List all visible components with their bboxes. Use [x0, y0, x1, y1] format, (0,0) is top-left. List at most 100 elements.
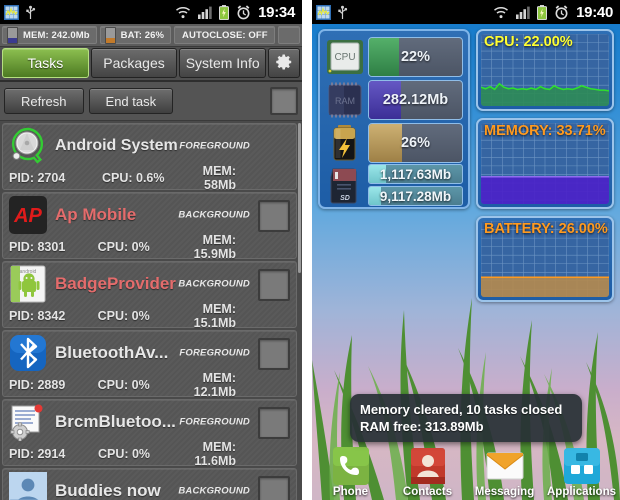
memory-plot: MEMORY: 33.71% — [481, 123, 609, 204]
task-name: BrcmBluetoo... — [55, 413, 176, 431]
bat-indicator: BAT: 26% — [99, 26, 172, 44]
buddy-icon: +Buddy — [9, 472, 47, 500]
mem-mini-bar — [7, 26, 18, 44]
task-name: BadgeProvider — [55, 275, 176, 293]
app-grid-icon — [562, 447, 602, 485]
internal-storage-bar: 1,117.63Mb — [368, 164, 463, 184]
sd-card-icon: SD — [325, 166, 365, 204]
mem-indicator: MEM: 242.0Mb — [2, 26, 97, 44]
tab-packages[interactable]: Packages — [90, 48, 178, 78]
dock-item-messaging[interactable]: Messaging — [466, 438, 543, 500]
toast-line-2: RAM free: 313.89Mb — [360, 418, 484, 434]
battery-graph-widget[interactable]: BATTERY: 26.00% — [476, 216, 614, 302]
home-dock: Phone Contacts Messaging Applications — [312, 438, 620, 500]
task-cpu: CPU: 0% — [97, 446, 151, 461]
settings-button[interactable] — [268, 48, 301, 78]
battery-icon — [537, 4, 548, 20]
wifi-icon — [493, 6, 509, 19]
toast-notification: Memory cleared, 10 tasks closed RAM free… — [350, 393, 582, 442]
battery-graph-title: BATTERY: 26.00% — [484, 221, 608, 237]
task-checkbox[interactable] — [258, 200, 290, 232]
svg-text:CPU: CPU — [334, 52, 355, 63]
battery-gauge-value: 26% — [400, 134, 431, 151]
autoclose-label: AUTOCLOSE: OFF — [182, 29, 268, 41]
wifi-icon — [175, 6, 191, 19]
ram-chip-icon: RAM — [325, 81, 365, 119]
ram-gauge-bar: 282.12Mb — [368, 79, 463, 120]
task-row[interactable]: Android System FOREGROUND PID: 2704 CPU: 0.… — [2, 123, 297, 192]
task-pid: PID: 8301 — [9, 239, 66, 254]
app-monitor-icon — [316, 4, 331, 20]
dock-item-label: Messaging — [474, 486, 535, 498]
task-pid: PID: 2914 — [9, 446, 66, 461]
task-pid: PID: 2704 — [9, 170, 66, 185]
task-cpu: CPU: 0% — [97, 377, 150, 392]
task-row[interactable]: android BadgeProvider BACKGROUND PID: 8342… — [2, 261, 297, 330]
info-strip-spacer — [277, 26, 300, 44]
task-metrics: PID: 2914 CPU: 0% MEM: 11.6Mb — [3, 440, 296, 468]
select-all-checkbox[interactable] — [270, 87, 298, 115]
task-row[interactable]: +Buddy Buddies nowBACKGROUNDPID: 4634CPU… — [2, 468, 297, 500]
tab-tasks[interactable]: Tasks — [2, 48, 89, 78]
system-gauges-widget[interactable]: CPU 22% RAM 282.12Mb 26% SD 1,117.63Mb 9… — [318, 29, 470, 209]
tab-system-info[interactable]: System Info — [179, 48, 267, 78]
autoclose-indicator[interactable]: AUTOCLOSE: OFF — [174, 26, 275, 44]
gear-icon — [275, 53, 293, 74]
memory-graph-widget[interactable]: MEMORY: 33.71% — [476, 118, 614, 209]
task-checkbox[interactable] — [258, 269, 290, 301]
task-checkbox[interactable] — [258, 476, 290, 500]
task-metrics: PID: 2704 CPU: 0.6% MEM: 58Mb — [3, 164, 296, 192]
task-checkbox[interactable] — [258, 407, 290, 439]
task-metrics: PID: 8301 CPU: 0% MEM: 15.9Mb — [3, 233, 296, 261]
envelope-icon — [485, 447, 525, 485]
tab-bar: Tasks Packages System Info — [0, 47, 302, 82]
status-time: 19:34 — [258, 3, 295, 21]
end-task-button[interactable]: End task — [88, 88, 174, 114]
task-row[interactable]: BluetoothAv... FOREGROUND PID: 2889 CPU: 0%… — [2, 330, 297, 399]
task-row[interactable]: BrcmBluetoo... FOREGROUND PID: 2914 CPU: 0%… — [2, 399, 297, 468]
task-name: BluetoothAv... — [55, 344, 169, 362]
bat-mini-bar — [104, 26, 116, 44]
task-cpu: CPU: 0.6% — [101, 170, 165, 185]
android-home-screen: 19:40 CPU 22% RAM 282.12Mb 26% SD 1,117.… — [312, 0, 620, 500]
task-name: Android System — [55, 137, 178, 154]
internal-storage-value: 1,117.63Mb — [379, 166, 452, 182]
ap-mobile-icon: AP — [9, 196, 47, 234]
dock-item-label: Applications — [546, 486, 616, 498]
ram-gauge-row[interactable]: RAM 282.12Mb — [325, 79, 463, 120]
signal-icon — [516, 6, 530, 19]
list-scrollbar[interactable] — [298, 123, 301, 273]
task-row[interactable]: AP Ap Mobile BACKGROUND PID: 8301 CPU: 0% ME… — [2, 192, 297, 261]
task-state-badge: FOREGROUND — [179, 140, 250, 152]
refresh-button[interactable]: Refresh — [4, 88, 84, 114]
dock-item-contacts[interactable]: Contacts — [389, 438, 466, 500]
document-gear-icon — [9, 403, 47, 442]
task-metrics: PID: 8342 CPU: 0% MEM: 15.1Mb — [3, 302, 296, 330]
cpu-gauge-row[interactable]: CPU 22% — [325, 36, 463, 77]
chart-bat-area — [481, 277, 609, 297]
task-pid: PID: 8342 — [9, 308, 66, 323]
right-status-bar: 19:40 — [312, 0, 620, 24]
task-cpu: CPU: 0% — [97, 239, 150, 254]
task-checkbox[interactable] — [258, 338, 290, 370]
task-metrics: PID: 2889 CPU: 0% MEM: 12.1Mb — [3, 371, 296, 399]
dock-item-phone[interactable]: Phone — [312, 438, 389, 500]
cpu-graph-widget[interactable]: CPU: 22.00% — [476, 29, 614, 111]
task-list[interactable]: Android System FOREGROUND PID: 2704 CPU: 0.… — [0, 121, 302, 500]
task-name: Buddies now — [55, 482, 161, 500]
cpu-graph-title: CPU: 22.00% — [484, 34, 573, 50]
dock-item-applications[interactable]: Applications — [543, 438, 620, 500]
task-state-badge: BACKGROUND — [178, 278, 250, 290]
cpu-gauge-bar: 22% — [368, 36, 463, 77]
storage-gauge-row[interactable]: SD 1,117.63Mb 9,117.28Mb — [325, 164, 463, 206]
dock-item-label: Phone — [332, 486, 369, 498]
dock-item-label: Contacts — [402, 486, 453, 498]
left-status-bar: 19:34 — [0, 0, 302, 24]
bat-label: BAT: 26% — [120, 29, 165, 41]
contacts-icon — [408, 447, 448, 485]
battery-gauge-row[interactable]: 26% — [325, 122, 463, 163]
cpu-gauge-fill — [369, 37, 399, 76]
usb-icon — [25, 5, 36, 20]
signal-icon — [198, 6, 212, 19]
task-pid: PID: 2889 — [9, 377, 66, 392]
